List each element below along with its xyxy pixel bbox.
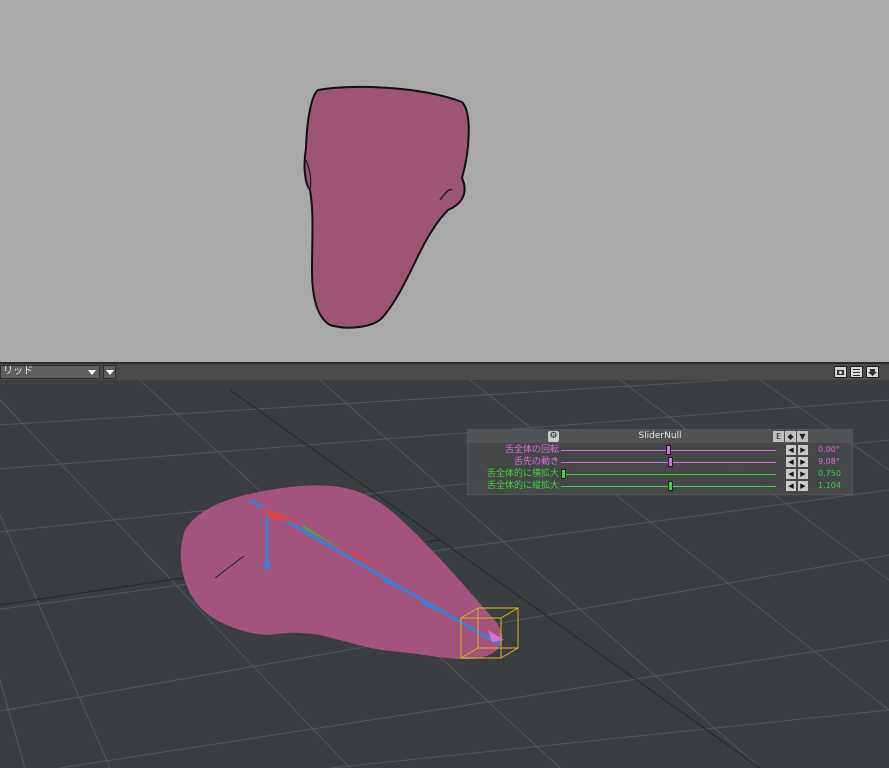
- slider-value: 0.750: [818, 469, 841, 478]
- decrement-button[interactable]: ◀: [786, 481, 796, 491]
- chevron-down-icon: [106, 370, 114, 375]
- view-menu-button[interactable]: [103, 365, 116, 379]
- view-mode-select[interactable]: リッド: [0, 365, 100, 379]
- slider-label: 舌全体的に横拡大: [486, 469, 559, 479]
- list-icon[interactable]: [850, 366, 863, 378]
- panel-menu-button[interactable]: ▼: [797, 431, 808, 442]
- increment-button[interactable]: ▶: [798, 469, 808, 479]
- increment-button[interactable]: ▶: [798, 481, 808, 491]
- slider-null-panel: SliderNull ⚙ E ◆ ▼ 舌全体の回転 ◀ ▶ 0.00° 舌先の動…: [467, 429, 853, 495]
- slider-row: 舌先の動き ◀ ▶ 9.08°: [468, 456, 852, 468]
- decrement-button[interactable]: ◀: [786, 457, 796, 467]
- decrement-button[interactable]: ◀: [786, 469, 796, 479]
- increment-button[interactable]: ▶: [798, 457, 808, 467]
- camera-icon[interactable]: [834, 366, 847, 378]
- slider-thumb[interactable]: [561, 469, 566, 479]
- slider-thumb[interactable]: [666, 445, 671, 455]
- expand-button[interactable]: ◆: [785, 431, 796, 442]
- slider-row: 舌全体的に縦拡大 ◀ ▶ 1.104: [468, 480, 852, 492]
- top-viewport[interactable]: [0, 0, 889, 362]
- slider-row: 舌全体的に横拡大 ◀ ▶ 0.750: [468, 468, 852, 480]
- view-mode-label: リッド: [3, 366, 33, 377]
- slider-thumb[interactable]: [668, 457, 674, 467]
- slider-thumb[interactable]: [668, 481, 674, 491]
- tongue-front-render: [303, 85, 470, 329]
- panel-header: SliderNull ⚙ E ◆ ▼: [468, 430, 852, 443]
- save-icon[interactable]: [866, 366, 879, 378]
- chevron-down-icon: [88, 370, 96, 375]
- slider-row: 舌全体の回転 ◀ ▶ 0.00°: [468, 444, 852, 456]
- slider-track[interactable]: [561, 474, 776, 475]
- slider-value: 0.00°: [818, 445, 840, 454]
- increment-button[interactable]: ▶: [798, 445, 808, 455]
- slider-value: 9.08°: [818, 457, 840, 466]
- slider-label: 舌全体の回転: [504, 445, 559, 455]
- viewport-toolbar: リッド: [0, 364, 889, 380]
- slider-label: 舌全体的に縦拡大: [486, 481, 559, 491]
- slider-value: 1.104: [818, 481, 841, 490]
- gear-icon[interactable]: ⚙: [548, 431, 559, 442]
- edit-button[interactable]: E: [773, 431, 784, 442]
- decrement-button[interactable]: ◀: [786, 445, 796, 455]
- slider-label: 舌先の動き: [513, 457, 559, 467]
